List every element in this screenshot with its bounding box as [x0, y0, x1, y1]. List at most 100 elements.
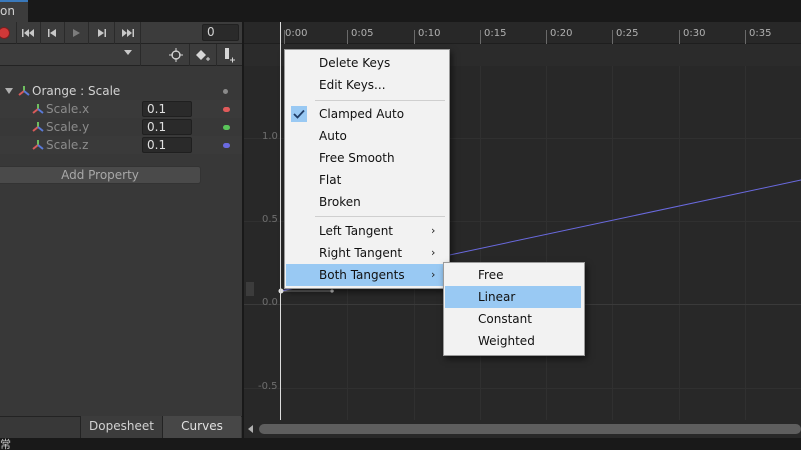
scale-y-icon — [32, 122, 44, 132]
first-key-button[interactable] — [16, 22, 41, 44]
property-value-field[interactable]: 0.1 — [142, 101, 192, 117]
menu-item-left-tangent[interactable]: Left Tangent › — [286, 220, 446, 242]
last-key-button[interactable] — [116, 22, 141, 44]
prev-key-button[interactable] — [40, 22, 65, 44]
record-button[interactable] — [0, 22, 17, 44]
property-value-field[interactable]: 0.1 — [142, 137, 192, 153]
ruler-tick — [414, 30, 415, 44]
record-icon — [0, 27, 10, 39]
play-icon — [73, 29, 80, 37]
add-event-icon[interactable] — [216, 44, 242, 66]
menu-item-right-tangent[interactable]: Right Tangent › — [286, 242, 446, 264]
status-bar: 常 — [0, 438, 801, 450]
status-text: 常 — [0, 438, 11, 450]
menu-item-label: Clamped Auto — [319, 107, 405, 121]
property-label: Scale.y — [46, 120, 90, 134]
menu-item-label: Auto — [319, 129, 347, 143]
curve-color-dot-green — [223, 125, 230, 130]
menu-item-label: Free Smooth — [319, 151, 395, 165]
submenu-item-constant[interactable]: Constant — [445, 308, 581, 330]
object-label: Orange : Scale — [32, 84, 121, 98]
submenu-chevron-right-icon: › — [431, 268, 436, 281]
menu-item-label: Edit Keys... — [319, 78, 386, 92]
submenu-chevron-right-icon: › — [431, 246, 436, 259]
menu-item-auto[interactable]: Auto — [286, 125, 446, 147]
ruler-label: 0:00 — [285, 28, 308, 39]
keyframe-snap-glyph — [169, 48, 183, 62]
property-label: Scale.z — [46, 138, 89, 152]
object-row[interactable]: Orange : Scale — [0, 82, 242, 100]
scroll-left-arrow-icon[interactable] — [248, 425, 253, 433]
menu-item-delete-keys[interactable]: Delete Keys — [286, 52, 446, 74]
next-key-button[interactable] — [90, 22, 115, 44]
keyframe-snap-icon[interactable] — [163, 44, 189, 66]
ruler-label: 0:05 — [351, 28, 374, 39]
property-row-scale-x[interactable]: Scale.x 0.1 — [0, 100, 242, 118]
menu-item-label: Both Tangents — [319, 268, 405, 282]
window-tab-strip — [0, 0, 801, 22]
prev-key-icon — [48, 29, 56, 37]
menu-separator — [315, 216, 445, 217]
curve-color-dot-red — [223, 107, 230, 112]
toolbar-divider — [140, 44, 141, 66]
scale-icon — [18, 86, 30, 96]
property-value-field[interactable]: 0.1 — [142, 119, 192, 135]
tangent-handle-end[interactable] — [330, 289, 334, 293]
add-event-glyph — [225, 48, 235, 63]
ruler-label: 0:20 — [550, 28, 573, 39]
menu-separator — [315, 100, 445, 101]
property-label: Scale.x — [46, 102, 90, 116]
menu-item-label: Right Tangent — [319, 246, 403, 260]
add-property-button[interactable]: Add Property — [0, 166, 201, 184]
ruler-label: 0:35 — [749, 28, 772, 39]
menu-item-label: Weighted — [478, 334, 535, 348]
ruler-tick — [745, 30, 746, 44]
menu-item-broken[interactable]: Broken — [286, 191, 446, 213]
menu-item-edit-keys[interactable]: Edit Keys... — [286, 74, 446, 96]
menu-item-label: Flat — [319, 173, 342, 187]
curve-color-dot-blue — [223, 143, 230, 148]
animation-tab-label: on — [0, 4, 15, 18]
tab-dopesheet[interactable]: Dopesheet — [80, 416, 162, 438]
property-row-scale-y[interactable]: Scale.y 0.1 — [0, 118, 242, 136]
ruler-label: 0:25 — [616, 28, 639, 39]
menu-item-label: Linear — [478, 290, 516, 304]
submenu-item-linear[interactable]: Linear — [445, 286, 581, 308]
ruler-tick — [347, 30, 348, 44]
curve-range-handle[interactable] — [246, 282, 254, 296]
playhead[interactable] — [280, 22, 281, 422]
time-ruler[interactable] — [244, 22, 801, 44]
next-key-icon — [98, 29, 106, 37]
tab-curves[interactable]: Curves — [162, 416, 241, 438]
last-key-icon — [122, 29, 134, 37]
object-key-dot — [223, 89, 228, 94]
add-keyframe-glyph — [196, 50, 210, 61]
foldout-arrow-icon[interactable] — [4, 85, 16, 97]
menu-item-both-tangents[interactable]: Both Tangents › — [286, 264, 446, 286]
scrollbar-thumb[interactable] — [259, 424, 801, 434]
clip-dropdown-chevron-down-icon[interactable] — [124, 50, 132, 55]
menu-item-clamped-auto[interactable]: Clamped Auto — [286, 103, 446, 125]
property-row-scale-z[interactable]: Scale.z 0.1 — [0, 136, 242, 154]
frame-field[interactable]: 0 — [202, 24, 239, 41]
submenu-chevron-right-icon: › — [431, 224, 436, 237]
ruler-tick — [612, 30, 613, 44]
menu-item-flat[interactable]: Flat — [286, 169, 446, 191]
first-key-icon — [22, 29, 34, 37]
checkmark-icon — [291, 106, 307, 122]
menu-item-label: Free — [478, 268, 504, 282]
scale-x-icon — [32, 104, 44, 114]
submenu-item-free[interactable]: Free — [445, 264, 581, 286]
animation-window-tab[interactable]: on — [0, 0, 28, 22]
menu-item-label: Left Tangent — [319, 224, 394, 238]
ruler-label: 0:10 — [418, 28, 441, 39]
key-context-menu: Delete Keys Edit Keys... Clamped Auto Au… — [284, 49, 450, 289]
ruler-tick — [546, 30, 547, 44]
tangent-submenu: Free Linear Constant Weighted — [443, 262, 585, 356]
menu-item-free-smooth[interactable]: Free Smooth — [286, 147, 446, 169]
menu-item-label: Delete Keys — [319, 56, 391, 70]
submenu-item-weighted[interactable]: Weighted — [445, 330, 581, 352]
add-keyframe-icon[interactable] — [190, 44, 216, 66]
ruler-label: 0:15 — [484, 28, 507, 39]
play-button[interactable] — [64, 22, 89, 44]
